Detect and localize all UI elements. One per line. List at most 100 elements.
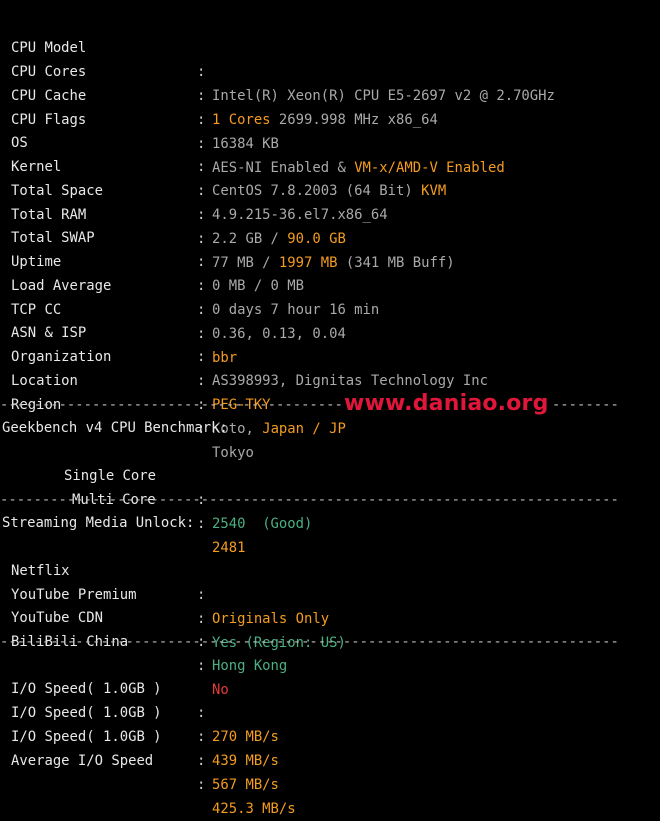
colon: : [197,516,206,532]
io-run-1-label: I/O Speed( 1.0GB ) [11,681,162,697]
row-single-core: Single Core : 2540 (Good) [0,440,312,532]
single-core-score: 2540 [212,516,246,532]
row-os: OS : CentOS 7.8.2003 (64 Bit) KVM [0,107,446,199]
row-multi-core: Multi Core : 2481 [0,464,245,556]
row-youtube-premium: YouTube Premium : Yes (Region: US) [0,559,346,651]
row-organization: Organization : PEG-TKY [0,321,271,413]
io-average-value: 425.3 MB/s [212,801,296,817]
ram-total: 1997 MB [278,255,338,271]
row-tcp-cc: TCP CC : bbr [0,274,237,366]
row-cpu-model: CPU Model : Intel(R) Xeon(R) CPU E5-2697… [0,12,555,104]
organization-label: Organization [11,349,112,365]
os-value: CentOS 7.8.2003 (64 Bit) KVM [212,179,446,203]
single-core-value: 2540 (Good) [212,512,312,536]
colon: : [197,207,206,223]
netflix-value: Originals Only [212,611,330,627]
cpu-model-label: CPU Model [11,40,87,56]
cpu-cores-label: CPU Cores [11,64,87,80]
cpu-cores-count: 1 Cores [212,112,271,128]
separator-line: ----------------------------------------… [0,492,620,508]
row-total-ram: Total RAM : 77 MB / 1997 MB (341 MB Buff… [0,179,455,271]
tcp-cc-value: bbr [212,350,238,366]
io-run-2-label: I/O Speed( 1.0GB ) [11,705,162,721]
row-youtube-cdn: YouTube CDN : Hong Kong [0,582,287,674]
netflix-label: Netflix [11,563,70,579]
io-run-3-label: I/O Speed( 1.0GB ) [11,729,162,745]
streaming-title: Streaming Media Unlock: [2,515,195,531]
kernel-label: Kernel [11,159,62,175]
load-average-label: Load Average [11,278,112,294]
colon: : [197,112,206,128]
location-label: Location [11,373,78,389]
cpu-cache-label: CPU Cache [11,88,87,104]
geekbench-title: Geekbench v4 CPU Benchmark: [2,420,228,436]
io-run-2-value: 439 MB/s [212,753,279,769]
row-cpu-cores: CPU Cores : 1 Cores 2699.998 MHz x86_64 [0,36,438,128]
separator-line: ----------------------------------------… [0,634,620,650]
row-io-run-3: I/O Speed( 1.0GB ) : 567 MB/s [0,701,279,793]
bilibili-value: No [212,682,229,698]
uptime-value: 0 days 7 hour 16 min [212,302,380,318]
colon: : [197,705,206,721]
colon: : [197,136,206,152]
row-load-average: Load Average : 0.36, 0.13, 0.04 [0,250,346,342]
region-value: Tokyo [212,445,254,461]
row-uptime: Uptime : 0 days 7 hour 16 min [0,226,379,318]
space-used: 2.2 GB / [212,231,279,247]
colon: : [197,349,206,365]
row-kernel: Kernel : 4.9.215-36.el7.x86_64 [0,131,388,223]
colon: : [197,658,206,674]
colon: : [197,373,206,389]
load-average-value: 0.36, 0.13, 0.04 [212,326,346,342]
cpu-freq: 2699.998 MHz x86_64 [278,112,438,128]
colon: : [197,302,206,318]
cpu-flags-label: CPU Flags [11,112,87,128]
uptime-label: Uptime [11,254,62,270]
youtube-cdn-value: Hong Kong [212,658,288,674]
colon: : [197,777,206,793]
colon: : [197,64,206,80]
colon: : [197,183,206,199]
colon: : [197,159,206,175]
location-country: Japan / JP [262,421,346,437]
vm-flag: VM-x/AMD-V Enabled [354,160,505,176]
io-run-3-value: 567 MB/s [212,777,279,793]
kernel-value: 4.9.215-36.el7.x86_64 [212,207,388,223]
colon: : [197,326,206,342]
youtube-premium-label: YouTube Premium [11,587,137,603]
row-bilibili: BiliBili China : No [0,606,229,698]
row-total-space: Total Space : 2.2 GB / 90.0 GB [0,155,346,247]
total-ram-value: 77 MB / 1997 MB (341 MB Buff) [212,251,455,275]
cpu-cache-value: 16384 KB [212,136,279,152]
cpu-model-value: Intel(R) Xeon(R) CPU E5-2697 v2 @ 2.70GH… [212,88,555,104]
io-run-1-value: 270 MB/s [212,729,279,745]
colon: : [197,611,206,627]
row-location: Location : Koto, Japan / JP [0,345,346,437]
tcp-cc-label: TCP CC [11,302,62,318]
space-total: 90.0 GB [287,231,346,247]
row-total-swap: Total SWAP : 0 MB / 0 MB [0,202,304,294]
ram-used: 77 MB / [212,255,271,271]
youtube-cdn-label: YouTube CDN [11,610,103,626]
total-swap-value: 0 MB / 0 MB [212,278,304,294]
asn-isp-label: ASN & ISP [11,325,87,341]
os-name: CentOS 7.8.2003 (64 Bit) [212,183,413,199]
aes-ni-flag: AES-NI Enabled & [212,160,346,176]
cpu-flags-value: AES-NI Enabled & VM-x/AMD-V Enabled [212,156,505,180]
colon: : [197,729,206,745]
multi-core-score: 2481 [212,540,246,556]
colon: : [197,254,206,270]
colon: : [197,753,206,769]
row-cpu-cache: CPU Cache : 16384 KB [0,60,279,152]
virtualization: KVM [421,183,447,199]
colon: : [197,88,206,104]
ram-buff: (341 MB Buff) [345,255,455,271]
total-space-label: Total Space [11,183,103,199]
total-space-value: 2.2 GB / 90.0 GB [212,227,346,251]
colon: : [197,587,206,603]
row-region: Region : Tokyo [0,369,254,461]
single-core-label: Single Core [64,468,156,484]
row-io-run-1: I/O Speed( 1.0GB ) : 270 MB/s [0,653,279,745]
row-cpu-flags: CPU Flags : AES-NI Enabled & VM-x/AMD-V … [0,84,505,176]
colon: : [197,278,206,294]
